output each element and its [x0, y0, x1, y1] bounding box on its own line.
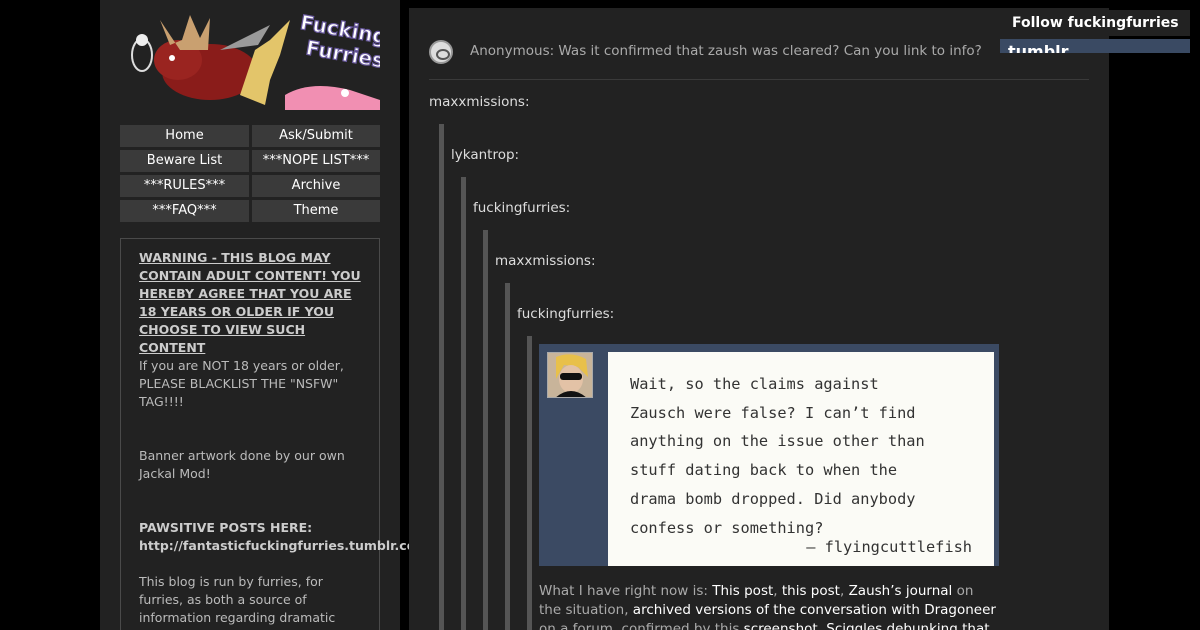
banner-pink-creature: [285, 86, 380, 110]
reblog-attribution-2[interactable]: lykantrop:: [451, 147, 519, 163]
post: Anonymous: Was it confirmed that zaush w…: [409, 8, 1109, 630]
reblog-quote-bar: [461, 177, 466, 630]
nav-beware-list-button[interactable]: Beware List: [120, 150, 249, 172]
reblog-attribution-1[interactable]: maxxmissions:: [429, 94, 530, 110]
pawsitive-link[interactable]: http://fantasticfuckingfurries.tumblr.co…: [139, 537, 428, 555]
post-body-text: What I have right now is: This post, thi…: [539, 582, 999, 630]
reblog-attribution-4[interactable]: maxxmissions:: [495, 253, 596, 269]
reblog-attribution-5[interactable]: fuckingfurries:: [517, 306, 614, 322]
nav-ask-submit-button[interactable]: Ask/Submit: [252, 125, 380, 147]
body-link[interactable]: this post: [782, 583, 840, 599]
anonymous-avatar-icon: [429, 40, 453, 64]
nav-archive-button[interactable]: Archive: [252, 175, 380, 197]
ask-question: Anonymous: Was it confirmed that zaush w…: [429, 40, 1089, 80]
asker-avatar-icon: [547, 352, 593, 398]
pawsitive-heading: PAWSITIVE POSTS HERE:: [139, 520, 313, 535]
blog-description: WARNING - THIS BLOG MAY CONTAIN ADULT CO…: [120, 238, 428, 630]
sidebar: Fucking Furries Home Ask/Submit Beware L…: [100, 0, 428, 630]
follow-button[interactable]: Follow fuckingfurries: [1000, 10, 1190, 36]
reblog-quote-bar: [439, 124, 444, 630]
ask-screenshot-paper: Wait, so the claims against Zausch were …: [608, 352, 994, 566]
nav-menu: Home Ask/Submit Beware List ***NOPE LIST…: [120, 125, 380, 222]
ask-screenshot-text: Wait, so the claims against Zausch were …: [630, 375, 925, 537]
banner-moose: [154, 15, 258, 100]
blog-banner[interactable]: Fucking Furries: [120, 10, 380, 110]
reblog-quote-bar: [527, 336, 532, 630]
tumblr-logo-tab[interactable]: tumblr: [1000, 39, 1190, 53]
nav-rules-button[interactable]: ***RULES***: [120, 175, 249, 197]
body-link[interactable]: Zaush’s journal: [849, 583, 953, 599]
nav-home-button[interactable]: Home: [120, 125, 249, 147]
body-link[interactable]: screenshot: [744, 621, 818, 630]
nav-faq-button[interactable]: ***FAQ***: [120, 200, 249, 222]
banner-credit: Banner artwork done by our own Jackal Mo…: [139, 448, 345, 481]
body-link[interactable]: archived versions of the conversation wi…: [633, 602, 996, 618]
adult-content-warning[interactable]: WARNING - THIS BLOG MAY CONTAIN ADULT CO…: [139, 249, 361, 357]
about-text: This blog is run by furries, for furries…: [139, 574, 336, 625]
ask-screenshot-signature: — flyingcuttlefish: [806, 538, 972, 556]
reblog-attribution-3[interactable]: fuckingfurries:: [473, 200, 570, 216]
nav-nope-list-button[interactable]: ***NOPE LIST***: [252, 150, 380, 172]
banner-title: Fucking Furries: [298, 10, 380, 73]
nav-theme-button[interactable]: Theme: [252, 200, 380, 222]
reblog-quote-bar: [483, 230, 488, 630]
blacklist-note: If you are NOT 18 years or older, PLEASE…: [139, 358, 344, 409]
body-link[interactable]: This post: [712, 583, 773, 599]
ask-screenshot-image[interactable]: Wait, so the claims against Zausch were …: [539, 344, 999, 566]
ask-text: Anonymous: Was it confirmed that zaush w…: [470, 43, 982, 59]
banner-magpie: [131, 34, 153, 72]
reblog-quote-bar: [505, 283, 510, 630]
